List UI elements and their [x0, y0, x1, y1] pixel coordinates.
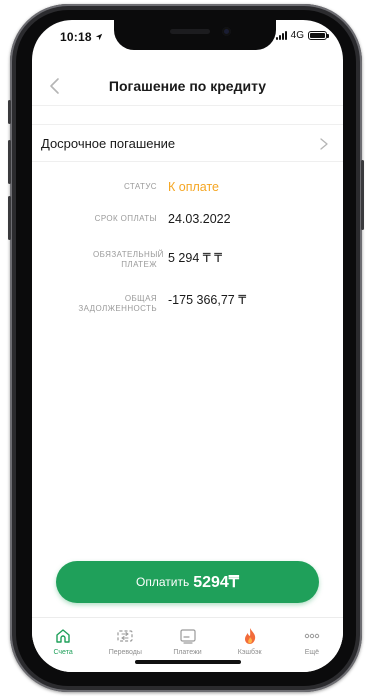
tab-label: Ещё	[304, 649, 320, 656]
detail-label: СРОК ОПЛАТЫ	[94, 214, 157, 223]
detail-label: ОБЯЗАТЕЛЬНЫЙ ПЛАТЕЖ	[93, 250, 164, 269]
power-button	[361, 160, 364, 230]
status-bar-time: 10:18	[60, 30, 103, 44]
volume-up-button	[8, 140, 11, 184]
speaker	[170, 29, 210, 34]
pay-button[interactable]: Оплатить 5294₸	[56, 561, 319, 603]
notch	[114, 20, 276, 50]
phone-screen: 10:18 4G Погашение по кредиту Досрочное …	[32, 20, 343, 672]
battery-icon	[308, 31, 329, 40]
status-bar-indicators: 4G	[275, 30, 329, 41]
tab-label: Счета	[53, 649, 73, 656]
chevron-right-icon	[320, 138, 328, 150]
tab-accounts[interactable]: Счета	[32, 618, 94, 672]
total-debt-value: -175 366,77 ₸	[168, 293, 247, 307]
early-repayment-label: Досрочное погашение	[41, 136, 176, 151]
detail-label: ОБЩАЯ ЗАДОЛЖЕННОСТЬ	[78, 294, 157, 313]
tab-more[interactable]: Ещё	[281, 618, 343, 672]
mandatory-payment-value: 5 294 ₸ ₸	[168, 251, 223, 265]
status-value: К оплате	[168, 180, 219, 194]
fire-icon	[244, 628, 255, 644]
header: Погашение по кредиту	[32, 70, 343, 106]
network-type: 4G	[290, 30, 304, 41]
tab-label: Платежи	[173, 649, 202, 656]
home-indicator	[135, 660, 241, 664]
signal-icon	[275, 31, 287, 40]
mute-switch	[8, 100, 11, 124]
front-camera	[222, 27, 231, 36]
more-icon	[304, 633, 320, 639]
pay-button-label: Оплатить	[136, 575, 190, 589]
due-date-value: 24.03.2022	[168, 212, 231, 226]
volume-down-button	[8, 196, 11, 240]
time-text: 10:18	[60, 30, 92, 44]
transfer-icon	[117, 630, 133, 642]
early-repayment-row[interactable]: Досрочное погашение	[32, 124, 343, 162]
page-title: Погашение по кредиту	[108, 78, 267, 94]
tab-label: Кэшбэк	[237, 649, 262, 656]
detail-label: СТАТУС	[124, 182, 157, 191]
tab-label: Переводы	[108, 649, 142, 656]
pay-button-amount: 5294₸	[193, 574, 239, 591]
location-arrow-icon	[95, 30, 103, 44]
payments-icon	[179, 629, 196, 644]
home-icon	[56, 629, 70, 643]
